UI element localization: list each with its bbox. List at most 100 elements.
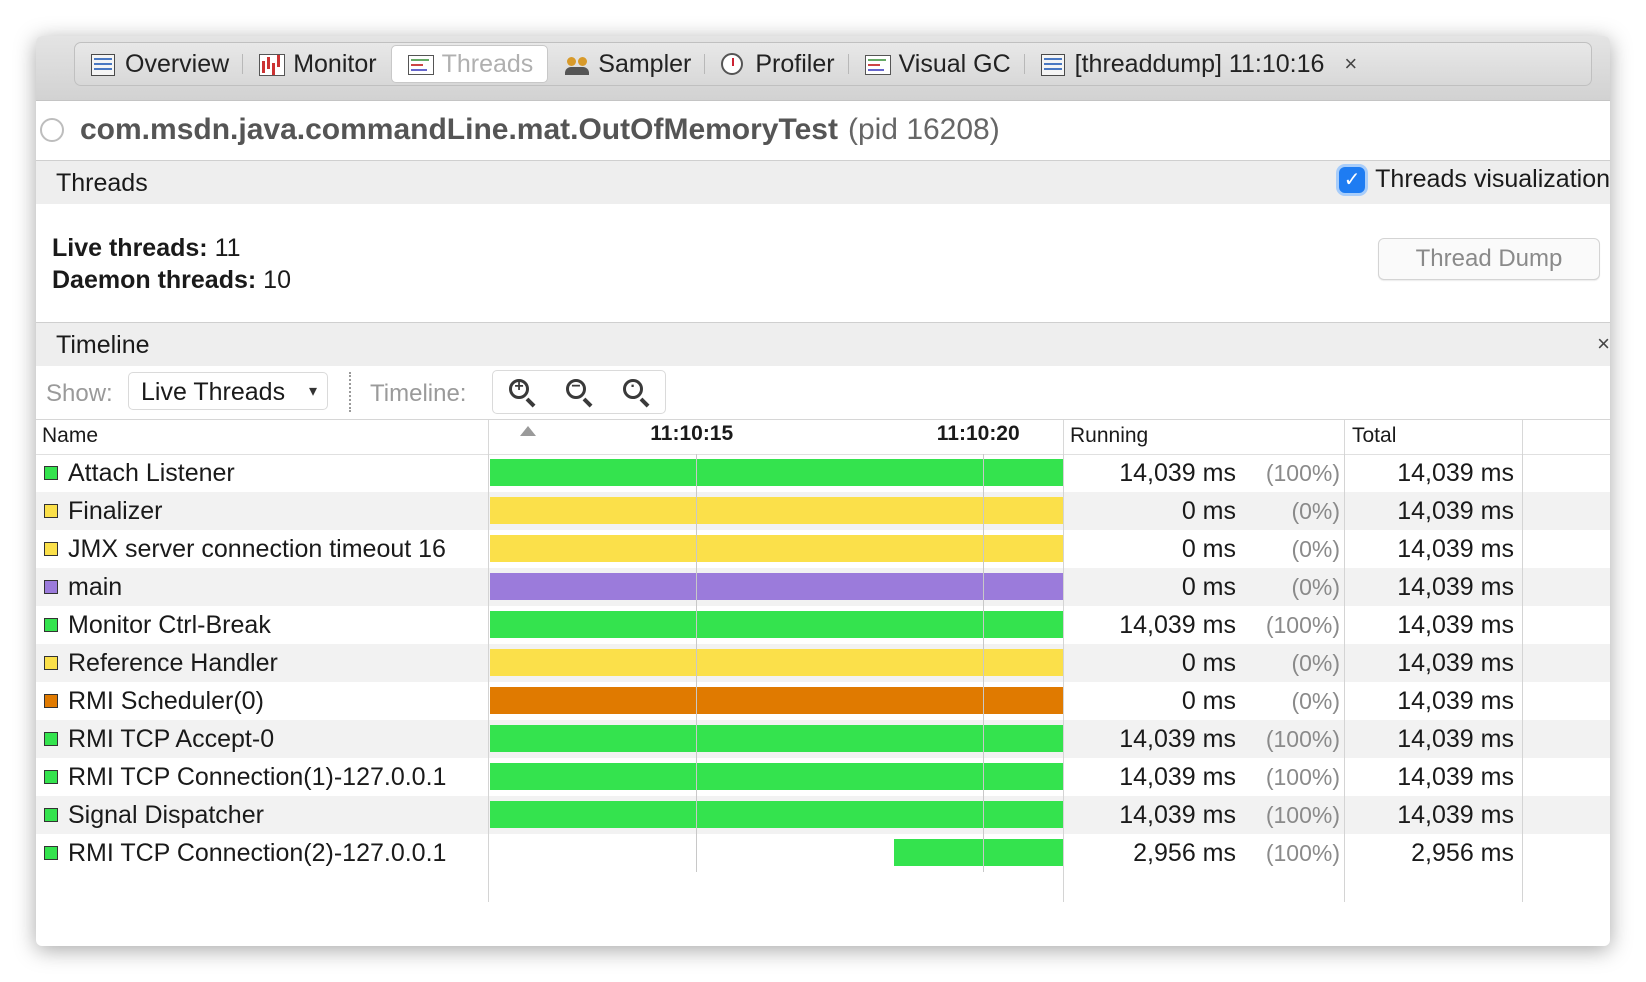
thread-running-time: 14,039 ms (1119, 459, 1236, 487)
thread-total-time: 14,039 ms (1397, 763, 1514, 791)
thread-running-percent: (0%) (1291, 574, 1340, 600)
column-header-name[interactable]: Name (42, 424, 98, 448)
timeline-gridline (696, 454, 698, 872)
tab-label: Monitor (293, 49, 377, 78)
table-row[interactable]: RMI Scheduler(0) 0 ms (0%) 14,039 ms (36, 682, 1610, 720)
thread-state-swatch (44, 504, 58, 518)
thread-running-percent: (100%) (1265, 840, 1340, 866)
tab-label: Threads (441, 49, 534, 78)
tab-label: [threaddump] 11:10:16 (1074, 49, 1325, 78)
thread-running-percent: (100%) (1265, 802, 1340, 828)
column-header-running[interactable]: Running (1070, 424, 1148, 448)
thread-timeline-cell (490, 454, 1063, 492)
thread-state-swatch (44, 466, 58, 480)
thread-running-percent: (100%) (1265, 726, 1340, 752)
thread-state-swatch (44, 542, 58, 556)
toolbar-separator (349, 372, 351, 412)
live-threads-label: Live threads: (52, 234, 208, 262)
thread-running-time: 0 ms (1181, 497, 1236, 525)
table-row[interactable]: Signal Dispatcher 14,039 ms (100%) 14,039 m… (36, 796, 1610, 834)
thread-total-time: 2,956 ms (1411, 839, 1514, 867)
show-select[interactable]: Live Threads ▾ (128, 372, 328, 410)
thread-running-time: 0 ms (1181, 573, 1236, 601)
visual-gc-icon (863, 51, 891, 77)
thread-name-cell: RMI TCP Accept-0 (44, 720, 274, 758)
zoom-out-button[interactable]: − (550, 371, 607, 413)
thread-state-swatch (44, 808, 58, 822)
checkmark-icon[interactable]: ✓ (1339, 166, 1366, 193)
live-threads-value: 11 (214, 234, 241, 262)
column-header-total[interactable]: Total (1352, 424, 1396, 448)
column-divider (488, 420, 489, 454)
thread-name-cell: RMI TCP Connection(2)-127.0.0.1 (44, 834, 446, 872)
thread-timeline-cell (490, 720, 1063, 758)
tab-monitor[interactable]: Monitor (243, 45, 390, 83)
process-name: com.msdn.java.commandLine.mat.OutOfMemor… (80, 113, 838, 146)
thread-total-time: 14,039 ms (1397, 649, 1514, 677)
close-icon[interactable]: × (1344, 51, 1357, 77)
column-divider (488, 454, 489, 902)
zoom-fit-button[interactable]: · (607, 371, 664, 413)
thread-name-cell: Monitor Ctrl-Break (44, 606, 271, 644)
thread-stats: Live threads: 11 Daemon threads: 10 (52, 232, 291, 296)
timeline-gridline (982, 454, 984, 872)
profiler-icon (719, 51, 747, 77)
zoom-in-button[interactable]: + (493, 371, 550, 413)
table-row[interactable]: RMI TCP Connection(1)-127.0.0.1 14,039 ms… (36, 758, 1610, 796)
thread-name: RMI TCP Accept-0 (68, 724, 275, 753)
thread-name: Finalizer (68, 496, 163, 525)
table-row[interactable]: Attach Listener 14,039 ms (100%) 14,039 ms (36, 454, 1610, 492)
tab-overview[interactable]: Overview (75, 45, 244, 83)
thread-state-bar (490, 649, 1063, 676)
thread-state-bar (490, 725, 1063, 752)
thread-name-cell: Attach Listener (44, 454, 235, 492)
table-row[interactable]: Monitor Ctrl-Break 14,039 ms (100%) 14,039 … (36, 606, 1610, 644)
thread-state-swatch (44, 580, 58, 594)
timeline-label: Timeline: (370, 380, 467, 407)
table-row[interactable]: Reference Handler 0 ms (0%) 14,039 ms (36, 644, 1610, 682)
tab-strip: Overview Monitor Threads Sampler Profiler Vis… (74, 42, 1592, 86)
thread-state-bar (490, 801, 1063, 828)
tab-profiler[interactable]: Profiler (705, 45, 849, 83)
sort-ascending-icon[interactable] (520, 426, 536, 436)
table-row[interactable]: JMX server connection timeout 16 0 ms (0%)… (36, 530, 1610, 568)
timeline-tick-label: 11:10:15 (650, 422, 734, 445)
threaddump-icon (1039, 51, 1067, 77)
thread-timeline-cell (490, 758, 1063, 796)
table-row[interactable]: RMI TCP Connection(2)-127.0.0.1 2,956 ms (… (36, 834, 1610, 872)
thread-running-time: 14,039 ms (1119, 763, 1236, 791)
thread-name: RMI Scheduler(0) (68, 686, 264, 715)
tab-threaddump[interactable]: [threaddump] 11:10:16 × (1025, 45, 1372, 83)
monitor-icon (257, 51, 286, 77)
table-row[interactable]: Finalizer 0 ms (0%) 14,039 ms (36, 492, 1610, 530)
thread-name: Monitor Ctrl-Break (68, 610, 271, 639)
timeline-section-header: Timeline × (36, 322, 1610, 366)
column-divider (1344, 454, 1345, 902)
threads-visualization-toggle[interactable]: ✓ Threads visualization (1339, 165, 1610, 194)
tab-visual-gc[interactable]: Visual GC (849, 45, 1025, 83)
thread-name: Signal Dispatcher (68, 800, 264, 829)
thread-dump-button[interactable]: Thread Dump (1378, 238, 1600, 280)
thread-name-cell: Signal Dispatcher (44, 796, 264, 834)
process-pid: (pid 16208) (847, 113, 1000, 146)
thread-name-cell: Reference Handler (44, 644, 278, 682)
tab-label: Profiler (755, 49, 835, 78)
table-header: Name 11:10:15 11:10:20 Running Total (36, 420, 1610, 455)
tab-sampler[interactable]: Sampler (548, 45, 706, 83)
thread-running-time: 0 ms (1181, 535, 1236, 563)
thread-timeline-cell (490, 644, 1063, 682)
close-icon[interactable]: × (1597, 331, 1610, 357)
table-row[interactable]: main 0 ms (0%) 14,039 ms (36, 568, 1610, 606)
column-divider (1063, 420, 1064, 454)
thread-state-bar (490, 611, 1063, 638)
zoom-button-group: + − · (492, 370, 666, 414)
table-row[interactable]: RMI TCP Accept-0 14,039 ms (100%) 14,039 ms (36, 720, 1610, 758)
thread-total-time: 14,039 ms (1397, 497, 1514, 525)
thread-timeline-cell (490, 834, 1063, 872)
thread-state-swatch (44, 846, 58, 860)
column-divider (1063, 454, 1064, 902)
thread-total-time: 14,039 ms (1397, 573, 1514, 601)
thread-name-cell: Finalizer (44, 492, 162, 530)
visualvm-window: Overview Monitor Threads Sampler Profiler Vis… (36, 36, 1610, 946)
tab-threads[interactable]: Threads (390, 45, 549, 83)
